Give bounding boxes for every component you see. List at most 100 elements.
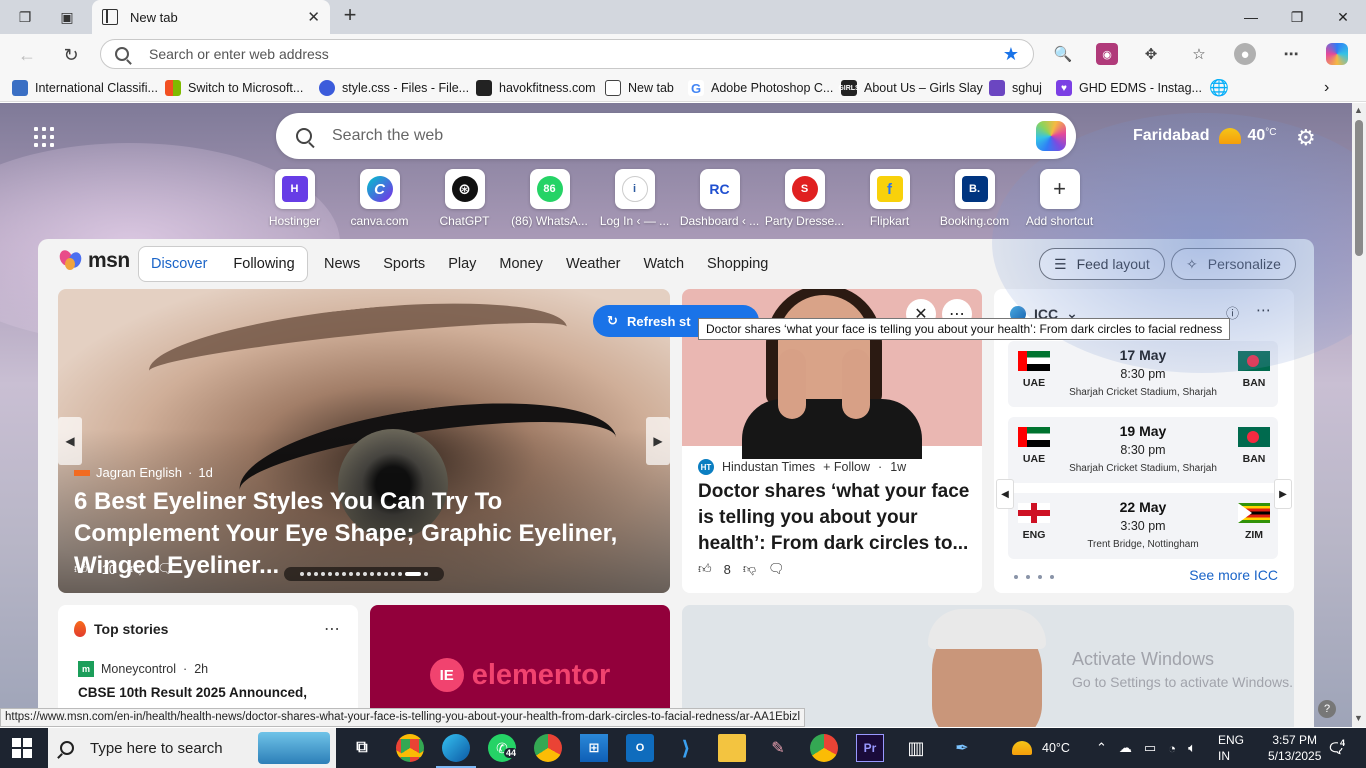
icc-next-button[interactable]: ▶ (1274, 479, 1292, 509)
volume-icon[interactable]: 🔈︎ (1188, 740, 1196, 756)
taskbar-clock[interactable]: 3:57 PM 5/13/2025 (1268, 732, 1321, 764)
pen-app-icon[interactable]: ✒ (948, 734, 976, 762)
tab-discover[interactable]: Discover (151, 256, 207, 272)
dislike-icon[interactable]: 👎︎ (130, 561, 143, 577)
bookmark-item[interactable]: Switch to Microsoft... (165, 78, 303, 98)
nav-weather[interactable]: Weather (566, 256, 621, 272)
workspaces-icon[interactable]: ❐ (14, 6, 36, 28)
shortcut-hostinger[interactable]: H Hostinger (252, 169, 337, 228)
shortcut-booking[interactable]: B. Booking.com (932, 169, 1017, 228)
wifi-icon[interactable]: ◔ (1168, 741, 1176, 756)
chrome-icon-2[interactable] (810, 734, 838, 762)
like-icon[interactable]: 👍︎ (698, 561, 712, 577)
outlook-icon[interactable]: O (626, 734, 654, 762)
more-options-icon[interactable]: ⋯ (1256, 301, 1271, 319)
feed-layout-button[interactable]: ☰ Feed layout (1039, 248, 1165, 280)
copilot-icon[interactable] (1326, 43, 1348, 65)
nav-shopping[interactable]: Shopping (707, 256, 768, 272)
article-source-name[interactable]: Hindustan Times (722, 460, 815, 474)
tab-following[interactable]: Following (233, 256, 294, 272)
tab-new-tab[interactable]: New tab ✕ (92, 0, 330, 34)
nav-play[interactable]: Play (448, 256, 476, 272)
shortcut-canva[interactable]: C canva.com (337, 169, 422, 228)
like-icon[interactable]: 👍︎ (74, 561, 88, 577)
bookmark-item[interactable]: ♥ GHD EDMS - Instag... (1056, 78, 1202, 98)
msn-logo[interactable]: msn (57, 248, 130, 273)
comment-icon[interactable]: 🗨︎ (768, 561, 785, 577)
bookmark-item[interactable]: sghuj (989, 78, 1042, 98)
notifications-icon[interactable]: 🗨︎ 4 (1322, 734, 1350, 762)
bookmark-item[interactable]: GIRLS About Us – Girls Slay (838, 78, 983, 98)
taskbar-search-box[interactable]: Type here to search (48, 728, 336, 768)
edge-icon[interactable] (436, 734, 476, 768)
hero-article-card[interactable]: ◀ ▶ Jagran English · 1d 6 Best Eyeliner … (58, 289, 670, 593)
taskbar-weather[interactable]: 40°C (1012, 728, 1070, 768)
nav-news[interactable]: News (324, 256, 360, 272)
weather-widget[interactable]: Faridabad 40 °C (1133, 127, 1277, 145)
shortcut-chatgpt[interactable]: ⊛ ChatGPT (422, 169, 507, 228)
battery-icon[interactable]: ▭ (1144, 740, 1156, 756)
app-icon[interactable]: ▥ (902, 734, 930, 762)
icc-prev-button[interactable]: ◀ (996, 479, 1014, 509)
favorite-star-icon[interactable]: ★ (1003, 44, 1019, 65)
see-more-icc-link[interactable]: See more ICC (1189, 567, 1278, 583)
vertical-tabs-icon[interactable]: ▣ (56, 6, 78, 28)
store-icon[interactable]: ⊞ (580, 734, 608, 762)
icc-pager-dots[interactable] (1014, 575, 1054, 579)
bookmark-item[interactable]: International Classifi... (12, 78, 158, 98)
copilot-icon[interactable] (1036, 121, 1066, 151)
extensions-puzzle-icon[interactable]: ✥ (1140, 43, 1162, 65)
restore-button[interactable]: ❐ (1274, 0, 1320, 34)
bookmark-item[interactable]: havokfitness.com (476, 78, 596, 98)
more-options-icon[interactable]: ⋯ (324, 619, 340, 639)
bookmark-item[interactable]: New tab (605, 78, 674, 98)
vertical-scrollbar[interactable]: ▲ ▼ (1352, 103, 1366, 727)
web-search-box[interactable]: Search the web (276, 113, 1076, 159)
whatsapp-icon[interactable]: ✆ 44 (488, 734, 519, 762)
task-view-icon[interactable]: ⧉ (348, 734, 376, 762)
scrollbar-thumb[interactable] (1355, 120, 1363, 256)
help-icon[interactable]: ? (1318, 700, 1336, 718)
nav-sports[interactable]: Sports (383, 256, 425, 272)
follow-button[interactable]: + Follow (823, 460, 870, 474)
favorites-icon[interactable]: ☆ (1188, 43, 1210, 65)
onedrive-cloud-icon[interactable]: ☁ (1119, 740, 1132, 756)
personalize-button[interactable]: ✧ Personalize (1171, 248, 1296, 280)
carousel-dots[interactable] (284, 567, 444, 581)
minimize-button[interactable]: — (1228, 0, 1274, 34)
shortcut-flipkart[interactable]: f Flipkart (847, 169, 932, 228)
more-menu-icon[interactable]: ⋯ (1280, 43, 1302, 65)
match-card[interactable]: ENG 22 May 3:30 pm Trent Bridge, Notting… (1008, 493, 1278, 559)
story-headline[interactable]: CBSE 10th Result 2025 Announced, (78, 682, 338, 704)
bookmark-item[interactable]: G Adobe Photoshop C... (688, 78, 833, 98)
comment-icon[interactable]: 🗨︎ (157, 561, 174, 577)
input-language[interactable]: ENG IN (1218, 732, 1244, 764)
globe-icon[interactable]: 🌐 (1209, 78, 1229, 98)
search-extension-icon[interactable]: 🔍 (1052, 43, 1074, 65)
shortcut-dashboard[interactable]: RC Dashboard ‹ ... (677, 169, 762, 228)
close-window-button[interactable]: ✕ (1320, 0, 1366, 34)
nav-watch[interactable]: Watch (643, 256, 684, 272)
carousel-next-button[interactable]: ▶ (646, 417, 670, 465)
tab-close-icon[interactable]: ✕ (307, 8, 320, 26)
nav-money[interactable]: Money (499, 256, 543, 272)
refresh-button[interactable]: ↻ (58, 42, 84, 68)
app-launcher-icon[interactable] (34, 127, 54, 147)
extension-icon[interactable]: ◉ (1096, 43, 1118, 65)
shortcut-whatsapp[interactable]: 86 (86) WhatsA... (507, 169, 592, 228)
chevron-up-icon[interactable]: ⌃ (1096, 740, 1107, 756)
premiere-pro-icon[interactable]: Pr (856, 734, 884, 762)
match-card[interactable]: UAE 19 May 8:30 pm Sharjah Cricket Stadi… (1008, 417, 1278, 483)
paint-icon[interactable]: ✎ (764, 734, 792, 762)
hero-source[interactable]: Jagran English · 1d (74, 465, 213, 480)
bookmark-item[interactable]: style.css - Files - File... (319, 78, 469, 98)
shortcut-party-dresses[interactable]: S Party Dresse... (762, 169, 847, 228)
carousel-prev-button[interactable]: ◀ (58, 417, 82, 465)
dislike-icon[interactable]: 👎︎ (743, 561, 756, 577)
add-shortcut-button[interactable]: + Add shortcut (1017, 169, 1102, 228)
chevron-right-icon[interactable]: › (1324, 78, 1329, 98)
new-tab-button[interactable]: + (338, 4, 362, 28)
profile-avatar[interactable]: ● (1234, 43, 1256, 65)
article-title[interactable]: Doctor shares ‘what your face is telling… (698, 479, 970, 557)
chrome-profile-icon[interactable] (534, 734, 562, 762)
